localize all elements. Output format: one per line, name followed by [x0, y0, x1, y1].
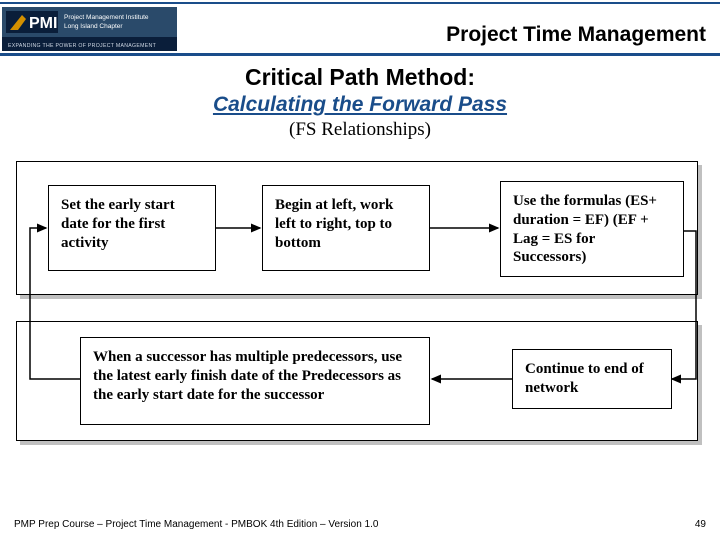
header-title: Project Time Management — [177, 11, 720, 47]
slide-header: PMI Project Management Institute Long Is… — [0, 0, 720, 56]
step-box-5: Continue to end of network — [512, 349, 672, 409]
slide-title: Critical Path Method: — [20, 64, 700, 91]
slide-footer: PMP Prep Course – Project Time Managemen… — [14, 519, 706, 530]
step-box-4: When a successor has multiple predecesso… — [80, 337, 430, 425]
step-box-3: Use the formulas (ES+ duration = EF) (EF… — [500, 181, 684, 277]
logo-tagline: EXPANDING THE POWER OF PROJECT MANAGEMEN… — [8, 43, 157, 49]
step-box-2: Begin at left, work left to right, top t… — [262, 185, 430, 271]
flow-diagram: Set the early start date for the first a… — [16, 161, 704, 491]
logo-line1: Project Management Institute — [64, 14, 149, 21]
slide-paren: (FS Relationships) — [20, 119, 700, 141]
pmi-logo: PMI Project Management Institute Long Is… — [2, 7, 177, 51]
logo-text-pmi: PMI — [29, 15, 57, 32]
title-block: Critical Path Method: Calculating the Fo… — [0, 56, 720, 141]
step-box-1: Set the early start date for the first a… — [48, 185, 216, 271]
logo-line2: Long Island Chapter — [64, 23, 123, 30]
slide-subtitle: Calculating the Forward Pass — [20, 93, 700, 117]
page-number: 49 — [695, 519, 706, 530]
footer-text: PMP Prep Course – Project Time Managemen… — [14, 519, 378, 530]
